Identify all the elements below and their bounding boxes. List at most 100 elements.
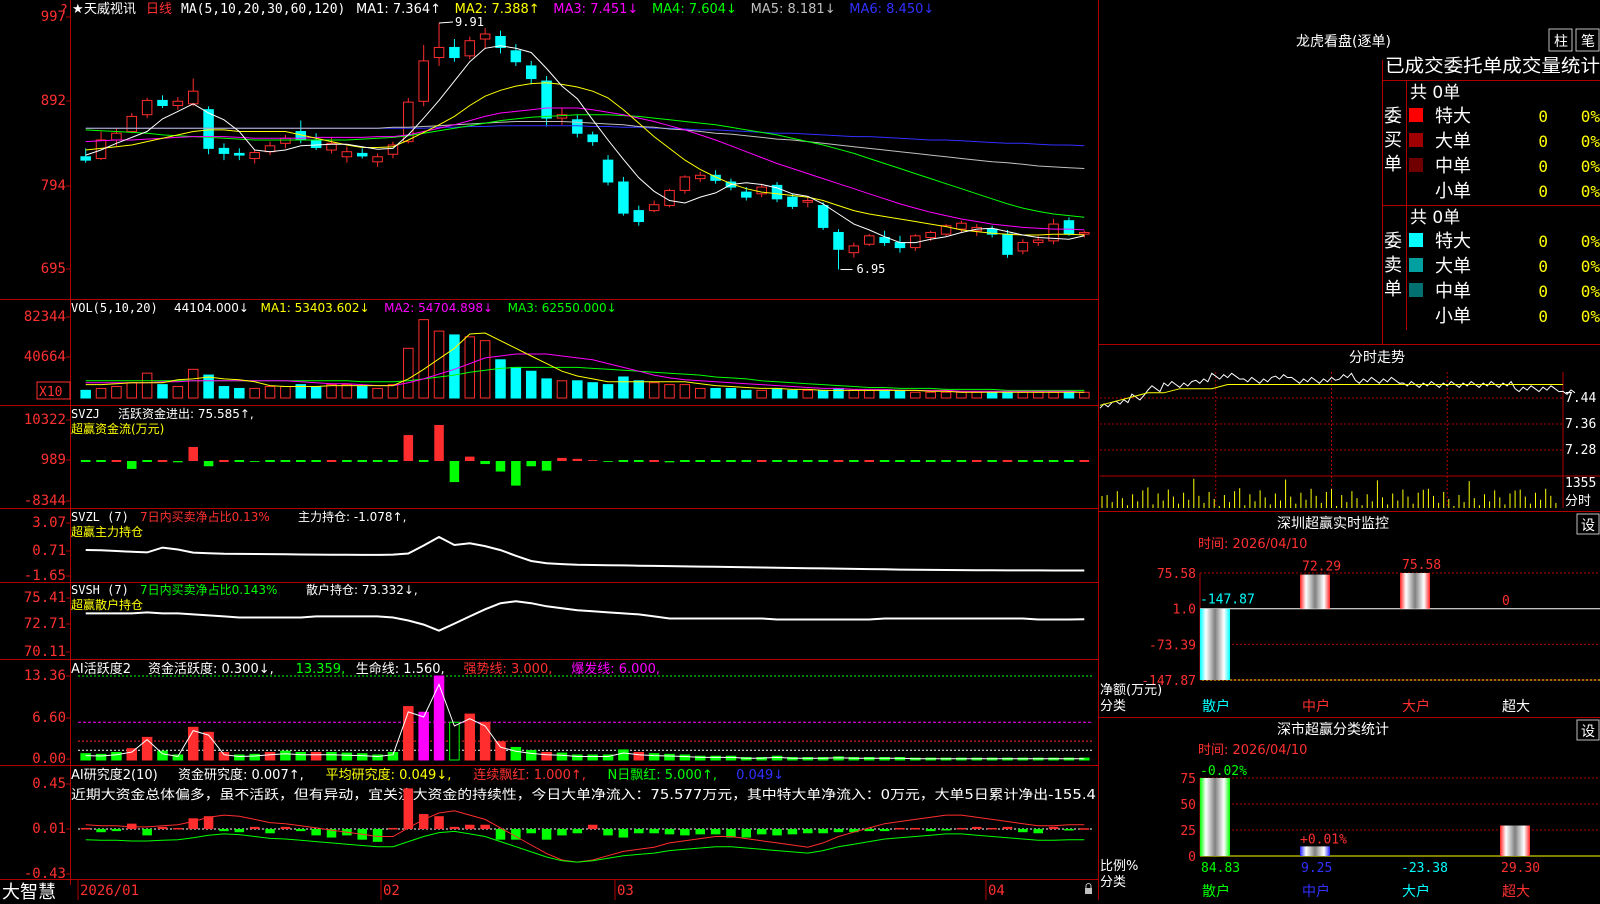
ai-research-header: AI研究度2(10) 资金研究度: 0.007↑, 平均研究度: 0.049↓, 连… (71, 767, 1096, 803)
stock-name[interactable]: 天威视讯 (84, 2, 136, 17)
svzl-y-axis: 3.07 0.71 -1.65 (24, 515, 71, 584)
sz-class-plot[interactable]: 75 50 25 0 84.83 散户 -0.02% 9.25 中户 +0.01% -23.38 大户… (1180, 764, 1600, 900)
vol-ma3-line (85, 366, 1085, 391)
ai-research-bar (311, 829, 321, 836)
candle-body (280, 137, 291, 144)
x-tick-3: 04 (988, 883, 1005, 899)
vol-bar (141, 372, 153, 399)
svzl-title: SVZL (7) (71, 510, 129, 524)
sz-monitor-cat-3: 超大 (1502, 699, 1530, 715)
lock-icon[interactable] (1085, 883, 1092, 895)
sz-monitor-bar-1 (1300, 574, 1330, 609)
sz-monitor-y-tick-0: 75.58 (1157, 567, 1196, 582)
sz-class-change-0: -0.02% (1200, 764, 1247, 779)
sz-class-bar-0 (1200, 778, 1230, 856)
ai-research-bar (634, 829, 644, 834)
candle-body (956, 222, 967, 230)
ai-research-bar (465, 824, 475, 829)
ai-research-bar (741, 829, 752, 838)
intraday-plot[interactable]: 7.44 7.36 7.28 1355 分时 (1099, 372, 1600, 509)
vol-plot[interactable] (80, 319, 1090, 399)
svzj-plot[interactable] (80, 424, 1090, 486)
vol-bar (479, 340, 491, 399)
ai-active-y-tick-1: 6.60 (32, 710, 66, 726)
ai-active-bar (618, 749, 629, 761)
ai-research-bar (526, 829, 536, 834)
lhb-sell-count-3: 0 (1538, 307, 1548, 326)
candle-body (80, 156, 91, 161)
candle-body (479, 33, 491, 40)
vol-bar (633, 380, 645, 399)
ai-active-bar (418, 711, 429, 761)
sz-monitor-bar-0 (1200, 608, 1230, 680)
ai-research-value-3: N日飘红: 5.000↑, (608, 767, 717, 783)
vol-bar (1002, 391, 1013, 399)
ma-values-row: MA1: 7.364↑ MA2: 7.388↑ MA3: 7.451↓ MA4: 7.… (356, 2, 934, 17)
lhb-buy-pct-3: 0% (1581, 182, 1600, 201)
ai-research-bar (111, 829, 122, 832)
sz-monitor-plot[interactable]: 75.581.0-73.39-147.87-147.87散户72.29中户75.… (1141, 558, 1600, 715)
ai-research-y-tick-2: -0.43 (24, 866, 66, 882)
vol-bar (403, 347, 414, 399)
main-chart-surface[interactable]: ? ★ 天威视讯 日线 MA(5,10,20,30,60,120) MA1: 7… (0, 0, 1600, 903)
vol-bar (433, 330, 445, 399)
lhb-sell-swatch-3 (1409, 308, 1423, 322)
vol-bar (925, 391, 936, 399)
ai-active-plot[interactable] (78, 675, 1092, 761)
lhb-buy-pct-1: 0% (1581, 132, 1600, 151)
lhb-buy-block: 委买单 共 0单特大 0 0% 大单 0 0% 中单 0 0% 小单 0 0% (1384, 83, 1600, 202)
vol-bar (203, 374, 214, 399)
svzl-line (85, 535, 1085, 572)
candle-body (187, 90, 199, 105)
vol-bar (218, 386, 230, 399)
ai-active-bar (648, 753, 660, 761)
terminal-window: ? ★ 天威视讯 日线 MA(5,10,20,30,60,120) MA1: 7… (0, 0, 1600, 903)
sz-class-axis-label: 比例% (1100, 859, 1138, 874)
vol-bar (848, 389, 860, 399)
ai-research-bar (142, 829, 152, 836)
sz-monitor-y-tick-2: -73.39 (1149, 638, 1196, 653)
ai-research-bar (388, 827, 398, 830)
ai-active-bar (203, 731, 214, 761)
ai-research-bar (480, 824, 490, 829)
svsh-plot[interactable] (85, 600, 1085, 632)
vol-bar (572, 380, 583, 399)
lhb-sell-count-1: 0 (1538, 257, 1548, 276)
ai-active-bar (310, 751, 322, 761)
period-label[interactable]: 日线 (146, 2, 172, 17)
vol-y-tick-1: 40664 (24, 349, 66, 365)
lhb-sell-swatch-1 (1409, 258, 1423, 272)
ai-active-bar (356, 753, 368, 761)
vol-bar (817, 389, 829, 399)
ma-prefix: MA(5,10,20,30,60,120) (181, 2, 345, 17)
high-label: 9.91 (455, 15, 484, 29)
vol-value-2: MA2: 54704.898↓ (384, 301, 493, 315)
lhb-header: 已成交委托单成交量统计 (1385, 56, 1600, 77)
price-header: ? ★ 天威视讯 日线 MA(5,10,20,30,60,120) MA1: 7… (60, 2, 934, 18)
ai-research-value-4: 0.049↓ (736, 768, 784, 783)
lhb-buy-count-2: 0 (1538, 157, 1548, 176)
svsh-title: SVSH (7) (71, 583, 129, 597)
vol-bar (464, 336, 476, 399)
svzl-subtitle: 超赢主力持仓 (71, 524, 143, 539)
ai-active-bar (633, 751, 645, 761)
ai-research-bar (265, 829, 275, 834)
price-plot[interactable]: 9.91 6.95 (80, 15, 1090, 276)
candle-body (618, 181, 629, 214)
ai-active-bar (80, 753, 91, 761)
vol-bar (187, 368, 199, 399)
vol-bar (725, 387, 737, 399)
svzl-plot[interactable] (85, 535, 1085, 572)
ma-value-4: MA5: 8.181↓ (751, 2, 836, 17)
ai-research-y-axis: 0.45 0.01 -0.43 (24, 776, 71, 882)
candle-body (433, 46, 445, 59)
ai-active-bar (218, 751, 230, 761)
price-y-tick-1: 892 (41, 93, 66, 109)
star-icon[interactable]: ★ (72, 2, 84, 17)
lhb-title: 龙虎看盘(逐单) (1296, 33, 1391, 50)
svsh-pct: 7日内买卖净占比0.143% (140, 582, 277, 597)
lhb-buy-label-char-1: 买 (1384, 130, 1402, 151)
ai-active-bar (341, 752, 353, 761)
ai-research-bar (1018, 829, 1028, 833)
svzj-bar (664, 461, 675, 463)
